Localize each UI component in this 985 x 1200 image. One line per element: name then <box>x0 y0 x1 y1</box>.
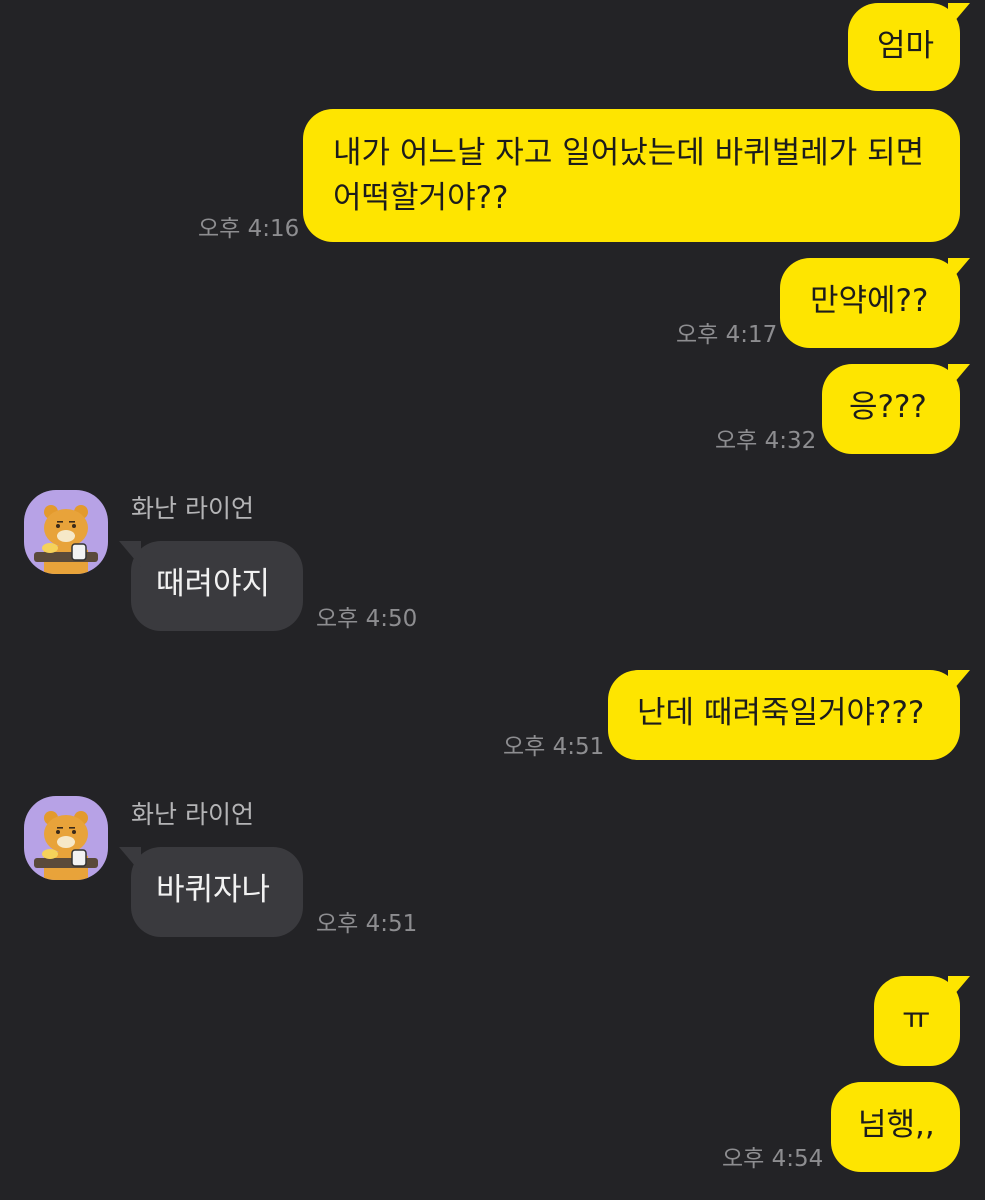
ryan-character-icon <box>34 505 98 574</box>
message-text: 난데 때려죽일거야??? <box>637 695 925 731</box>
sender-name: 화난 라이언 <box>131 494 254 523</box>
ryan-character-icon <box>34 811 98 880</box>
message-time: 오후 4:54 <box>722 1146 824 1172</box>
my-message-bubble[interactable]: 만약에?? <box>780 258 970 348</box>
message-text: 엄마 <box>877 28 935 64</box>
message-time: 오후 4:51 <box>316 911 418 937</box>
my-message-bubble[interactable]: 넘행,, <box>831 1082 960 1172</box>
message-time: 오후 4:51 <box>503 734 605 760</box>
my-message-bubble[interactable]: 난데 때려죽일거야??? <box>608 670 970 760</box>
message-text: 만약에?? <box>810 283 929 319</box>
message-time: 오후 4:16 <box>198 216 300 242</box>
my-message-bubble[interactable]: 엄마 <box>848 3 970 91</box>
my-message-bubble[interactable]: ㅠ <box>874 976 970 1066</box>
their-message-bubble[interactable]: 바퀴자나 <box>119 847 303 937</box>
message-text-line: 내가 어느날 자고 일어났는데 바퀴벌레가 되면 <box>333 135 925 171</box>
message-text: 때려야지 <box>156 566 271 602</box>
sender-avatar[interactable] <box>24 796 108 880</box>
sender-name: 화난 라이언 <box>131 800 254 829</box>
chat-room: 엄마 오후 4:16 내가 어느날 자고 일어났는데 바퀴벌레가 되면 어떡할거… <box>0 0 985 1200</box>
their-message-bubble[interactable]: 때려야지 <box>119 541 303 631</box>
message-time: 오후 4:32 <box>715 428 817 454</box>
message-text: ㅠ <box>902 1001 931 1037</box>
message-time: 오후 4:50 <box>316 606 418 632</box>
message-text: 응??? <box>849 389 927 425</box>
my-message-bubble[interactable]: 응??? <box>822 364 970 454</box>
message-text-line: 어떡할거야?? <box>333 180 509 216</box>
sender-avatar[interactable] <box>24 490 108 574</box>
message-text: 바퀴자나 <box>156 872 271 908</box>
my-message-bubble[interactable]: 내가 어느날 자고 일어났는데 바퀴벌레가 되면 어떡할거야?? <box>303 109 960 242</box>
message-text: 넘행,, <box>858 1107 935 1143</box>
message-time: 오후 4:17 <box>676 322 778 348</box>
